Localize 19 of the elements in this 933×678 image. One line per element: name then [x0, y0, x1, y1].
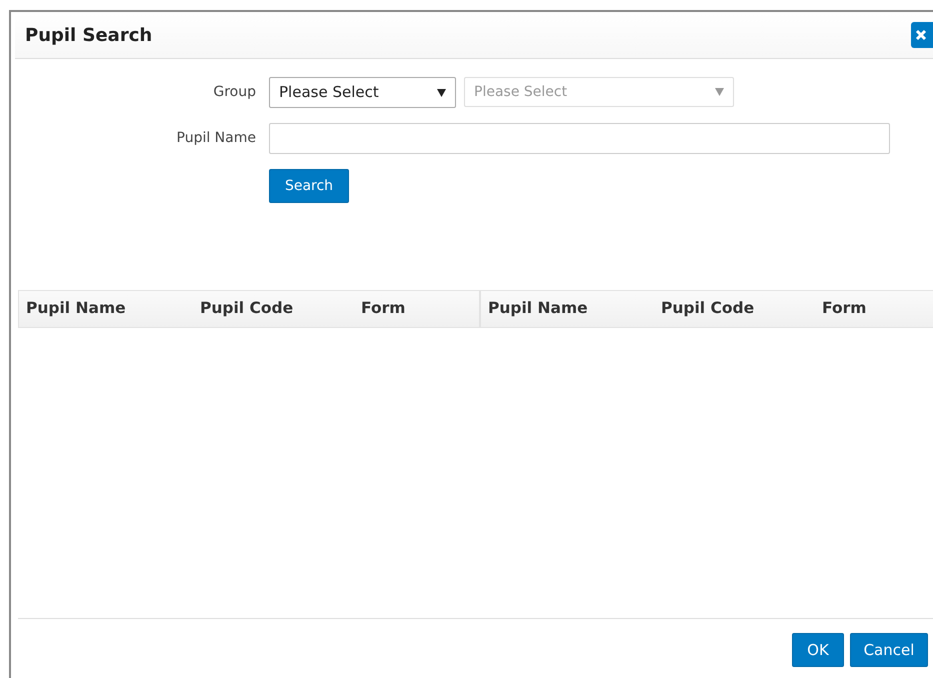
dropdown: Please Select	[464, 77, 734, 107]
close-icon	[915, 29, 927, 41]
column-header: Form	[360, 298, 406, 320]
field-label: Pupil Name	[176, 129, 256, 148]
close-button[interactable]	[911, 22, 933, 48]
dropdown[interactable]: Please Select	[269, 77, 456, 108]
column-header: Pupil Code	[199, 298, 294, 320]
caret-icon	[437, 88, 446, 96]
column-header: Pupil Name	[487, 298, 589, 320]
dialog-title: Pupil Search	[25, 24, 152, 48]
search-button[interactable]: Search	[269, 169, 349, 203]
input-field[interactable]	[269, 123, 890, 154]
ok-button[interactable]: OK	[792, 633, 844, 667]
cancel-button[interactable]: Cancel	[850, 633, 928, 667]
column-header: Pupil Name	[25, 298, 127, 320]
field-label: Group	[212, 83, 256, 102]
caret-icon	[715, 88, 724, 96]
column-header: Pupil Code	[660, 298, 756, 320]
column-header: Form	[821, 298, 868, 320]
